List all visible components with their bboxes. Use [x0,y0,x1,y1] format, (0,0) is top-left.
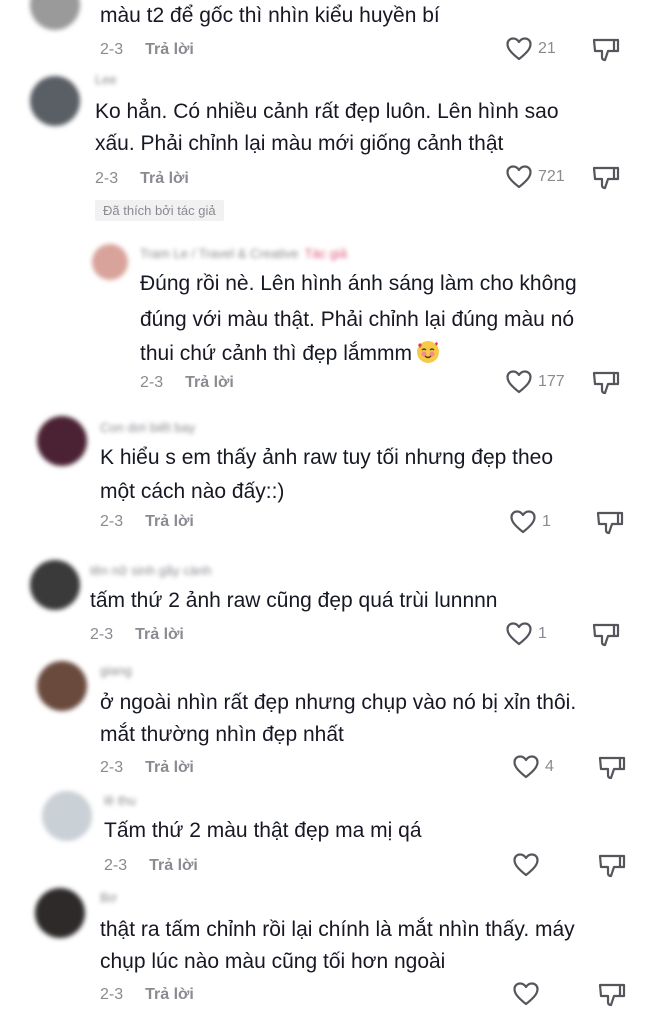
avatar[interactable] [92,244,128,280]
dislike-button[interactable] [592,370,620,396]
heart-icon [506,622,532,646]
comment-date: 2-3 [100,41,124,58]
comment-text: màu t2 để gốc thì nhìn kiểu huyền bí [100,4,440,27]
heart-icon [513,853,539,877]
avatar[interactable] [42,791,92,841]
comment-text: mắt thường nhìn đẹp nhất [100,723,344,746]
liked-by-author-badge: Đã thích bởi tác giả [95,200,224,221]
like-button[interactable]: 4 [513,755,554,779]
comment-date: 2-3 [104,857,128,874]
dislike-button[interactable] [598,853,626,879]
comment-username[interactable]: Tram Le / Travel & Creative Tác giả [140,246,347,261]
comment-text: Tấm thứ 2 màu thật đẹp ma mị qá [104,819,422,842]
avatar[interactable] [30,76,80,126]
comment-text: chụp lúc nào màu cũng tối hơn ngoài [100,950,446,973]
comment-date: 2-3 [95,170,119,187]
heart-icon [506,370,532,394]
avatar[interactable] [37,661,87,711]
comment-text: thật ra tấm chỉnh rồi lại chính là mắt n… [100,918,575,941]
avatar[interactable] [30,0,80,30]
like-count: 4 [545,758,554,775]
thumbs-down-icon [592,370,620,396]
like-count: 177 [538,373,565,390]
comment-username[interactable]: Con dơi biết bay [100,420,195,435]
thumbs-down-icon [592,165,620,191]
comment-date: 2-3 [100,759,124,776]
comment-date: 2-3 [140,374,164,391]
thumbs-down-icon [592,622,620,648]
dislike-button[interactable] [592,165,620,191]
reply-button[interactable]: Trả lời [145,986,194,1003]
like-button[interactable]: 177 [506,370,565,394]
author-tag: Tác giả [304,246,348,261]
like-button[interactable] [513,853,545,877]
like-count: 21 [538,40,556,57]
comment-username[interactable]: lê thu [104,793,136,808]
comment-date: 2-3 [90,626,114,643]
heart-icon [506,165,532,189]
dislike-button[interactable] [598,982,626,1008]
dislike-button[interactable] [596,510,624,536]
like-count: 721 [538,168,565,185]
dislike-button[interactable] [592,622,620,648]
comment-date: 2-3 [100,513,124,530]
like-button[interactable] [513,982,545,1006]
reply-button[interactable]: Trả lời [145,41,194,58]
comment-meta: 2-3 Trả lời [100,513,194,531]
heart-icon [506,37,532,61]
dislike-button[interactable] [592,37,620,63]
reply-button[interactable]: Trả lời [145,513,194,530]
comment-text: đúng với màu thật. Phải chỉnh lại đúng m… [140,308,575,331]
heart-icon [513,755,539,779]
reply-button[interactable]: Trả lời [140,170,189,187]
dislike-button[interactable] [598,755,626,781]
avatar[interactable] [30,560,80,610]
comment-text: Đúng rồi nè. Lên hình ánh sáng làm cho k… [140,272,577,295]
comment-username[interactable]: giang [100,663,132,678]
thumbs-down-icon [592,37,620,63]
comment-meta: 2-3 Trả lời [95,170,189,188]
like-count: 1 [538,625,547,642]
like-button[interactable]: 721 [506,165,565,189]
heart-icon [510,510,536,534]
comment-username[interactable]: Lee [95,72,117,87]
comment-text: Ko hẳn. Có nhiều cảnh rất đẹp luôn. Lên … [95,100,559,123]
comment-text: K hiểu s em thấy ảnh raw tuy tối nhưng đ… [100,446,554,469]
comment-meta: 2-3 Trả lời [100,41,194,59]
comment-text: ở ngoài nhìn rất đẹp nhưng chụp vào nó b… [100,691,577,714]
comment-meta: 2-3 Trả lời [140,374,234,392]
comment-text: một cách nào đấy::) [100,480,285,503]
comment-meta: 2-3 Trả lời [100,986,194,1004]
like-count: 1 [542,513,551,530]
reply-button[interactable]: Trả lời [145,759,194,776]
comment-text: thui chứ cảnh thì đẹp lắmmm [140,338,440,370]
thumbs-down-icon [598,755,626,781]
avatar[interactable] [35,888,85,938]
comment-meta: 2-3 Trả lời [100,759,194,777]
reply-button[interactable]: Trả lời [149,857,198,874]
comment-meta: 2-3 Trả lời [104,857,198,875]
comment-date: 2-3 [100,986,124,1003]
reply-button[interactable]: Trả lời [185,374,234,391]
like-button[interactable]: 1 [510,510,551,534]
like-button[interactable]: 1 [506,622,547,646]
comment-meta: 2-3 Trả lời [90,626,184,644]
smiling-face-with-hearts-icon [416,340,440,364]
thumbs-down-icon [598,982,626,1008]
heart-icon [513,982,539,1006]
comment-username[interactable]: Bơ [100,890,117,905]
comment-text: xấu. Phải chỉnh lại màu mới giống cảnh t… [95,132,504,155]
thumbs-down-icon [598,853,626,879]
comment-text: tấm thứ 2 ảnh raw cũng đẹp quá trùi lunn… [90,589,498,612]
thumbs-down-icon [596,510,624,536]
avatar[interactable] [37,416,87,466]
reply-button[interactable]: Trả lời [135,626,184,643]
comment-username[interactable]: tên nữ sinh gầy cành [90,563,211,578]
like-button[interactable]: 21 [506,37,556,61]
